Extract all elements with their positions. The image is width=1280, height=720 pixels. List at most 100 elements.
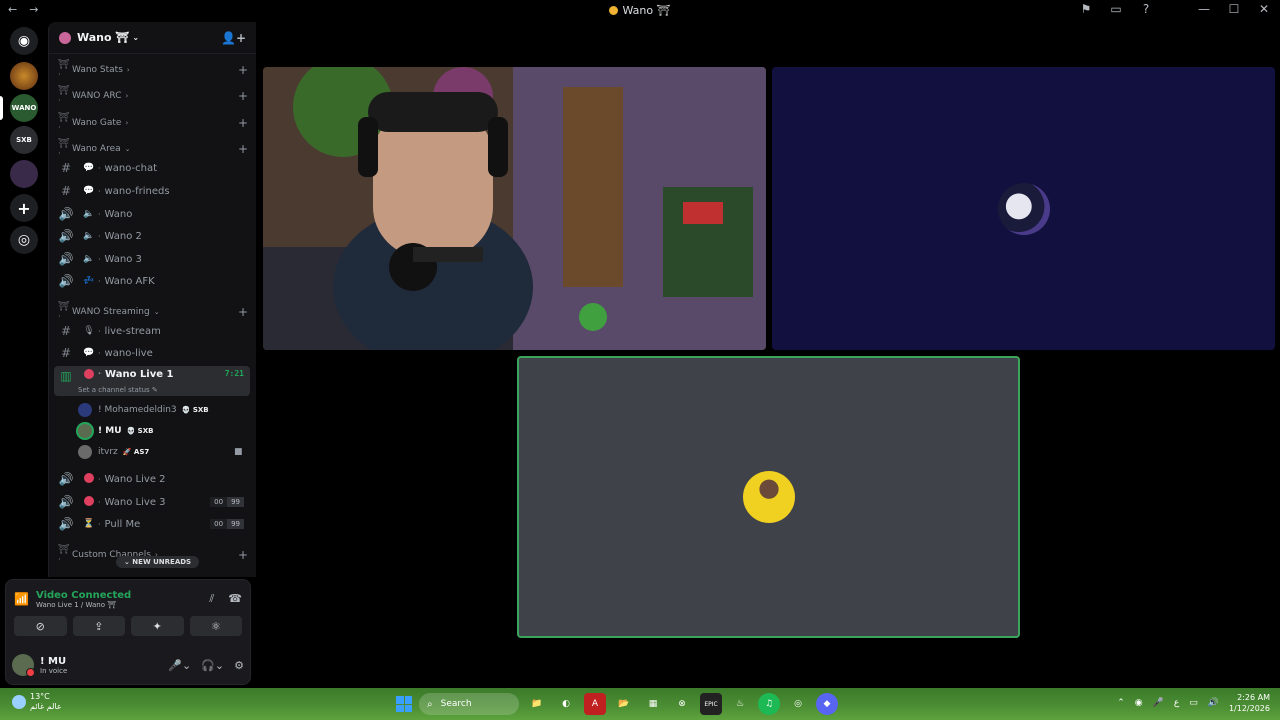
camera-icon: ■: [234, 447, 243, 457]
channel-wano-2[interactable]: 🔊 🔈 · Wano 2: [54, 226, 250, 246]
server-sxb[interactable]: SXB: [10, 126, 38, 154]
username[interactable]: ! MU: [40, 656, 67, 667]
voice-location[interactable]: Wano Live 1 / Wano ⛩: [36, 601, 131, 609]
channel-wano-3[interactable]: 🔊 🔈 · Wano 3: [54, 249, 250, 269]
weather-widget[interactable]: 13°C عالم غائم: [12, 692, 62, 712]
close-button[interactable]: ✕: [1256, 2, 1272, 16]
user-panel: ! MU In voice 🎤⌄ 🎧⌄ ⚙: [12, 650, 244, 680]
language-indicator[interactable]: ع: [1174, 698, 1179, 708]
channel-wano-live[interactable]: # 💬 · wano-live: [54, 343, 250, 363]
chevron-up-icon[interactable]: ⌃: [1117, 698, 1125, 708]
user-count: 00: [210, 519, 228, 529]
window-title-text: Wano ⛩: [622, 4, 671, 17]
help-icon[interactable]: ?: [1138, 2, 1154, 16]
activities-button[interactable]: ✦: [131, 616, 184, 636]
channel-name: Wano: [104, 208, 133, 220]
volume-icon[interactable]: 🔊: [1208, 698, 1219, 708]
server-folder[interactable]: [10, 160, 38, 188]
category-wano-stats[interactable]: ⛩ · Wano Stats › +: [58, 60, 248, 80]
hourglass-icon: ⏳: [83, 519, 95, 529]
discord-home-icon[interactable]: ◉: [10, 27, 38, 55]
video-tile-user[interactable]: [772, 67, 1275, 350]
video-tile-speaking[interactable]: [517, 356, 1020, 638]
channel-emoji: 🔈: [83, 254, 95, 264]
category-wano-area[interactable]: ⛩ · Wano Area ⌄ +: [58, 139, 248, 159]
clock[interactable]: 2:26 AM 1/12/2026: [1229, 692, 1270, 714]
soundboard-button[interactable]: ⚛: [189, 616, 242, 636]
discord-taskbar-icon[interactable]: ◆: [816, 693, 838, 715]
server-avatar[interactable]: [10, 62, 38, 90]
store-icon[interactable]: ▦: [642, 693, 664, 715]
channel-wano-live-3[interactable]: 🔊 · Wano Live 3 00 99: [54, 492, 250, 512]
video-tile-camera[interactable]: [263, 67, 766, 350]
channel-name: wano-chat: [104, 162, 157, 174]
category-wano-arc[interactable]: ⛩ · WANO ARC › +: [58, 86, 248, 106]
channel-pull-me[interactable]: 🔊 ⏳ · Pull Me 00 99: [54, 514, 250, 534]
voice-channel-icon: 🔊: [58, 229, 74, 243]
channel-wano-afk[interactable]: 🔊 💤 · Wano AFK: [54, 271, 250, 291]
channel-wano-live-2[interactable]: 🔊 · Wano Live 2: [54, 469, 250, 489]
channel-emoji: 🔈: [83, 231, 95, 241]
plus-icon[interactable]: +: [238, 116, 248, 130]
taskbar-app-icon[interactable]: 📁: [526, 693, 548, 715]
channel-wano-chat[interactable]: # 💬 · wano-chat: [54, 158, 250, 178]
settings-gear-icon[interactable]: ⚙: [234, 659, 244, 672]
channel-live-stream[interactable]: # 🎙 · live-stream: [54, 321, 250, 341]
maximize-button[interactable]: ☐: [1226, 2, 1242, 16]
voice-user[interactable]: ! MU 💀 SXB: [78, 422, 153, 440]
red-circle-icon: [84, 495, 94, 506]
avatar[interactable]: [12, 654, 35, 677]
xbox-icon[interactable]: ⊗: [671, 693, 693, 715]
file-explorer-icon[interactable]: 📂: [613, 693, 635, 715]
category-wano-gate[interactable]: ⛩ · Wano Gate › +: [58, 113, 248, 133]
red-circle-icon: [84, 472, 94, 483]
plus-icon[interactable]: +: [238, 305, 248, 319]
microphone-tray-icon[interactable]: 🎤: [1153, 698, 1164, 708]
headset-icon[interactable]: 🎧⌄: [201, 659, 224, 672]
channel-wano[interactable]: 🔊 🔈 · Wano: [54, 204, 250, 224]
epic-games-icon[interactable]: EPIC: [700, 693, 722, 715]
camera-off-button[interactable]: ⊘: [14, 616, 67, 636]
channel-name: Wano 2: [104, 230, 142, 242]
share-screen-button[interactable]: ⇪: [72, 616, 125, 636]
microphone-icon[interactable]: 🎤⌄: [168, 659, 191, 672]
minimize-button[interactable]: —: [1196, 2, 1212, 16]
plus-icon[interactable]: +: [238, 548, 248, 562]
voice-user[interactable]: ! Mohamedeldin3 💀 SXB: [78, 401, 209, 419]
network-icon[interactable]: ▭: [1189, 698, 1198, 708]
tray-app-icon[interactable]: ◉: [1135, 698, 1143, 708]
category-wano-streaming[interactable]: ⛩ · WANO Streaming ⌄ +: [58, 302, 248, 322]
inbox-icon[interactable]: ⚑: [1078, 2, 1094, 16]
add-server-icon[interactable]: +: [10, 194, 38, 222]
voice-user-name: ! Mohamedeldin3: [98, 405, 177, 415]
guild-header[interactable]: Wano ⛩ ⌄ 👤+: [49, 22, 256, 54]
disconnect-icon[interactable]: ☎: [228, 592, 242, 606]
server-wano[interactable]: WANO: [10, 94, 38, 122]
user-status: In voice: [40, 666, 68, 675]
noise-suppression-icon[interactable]: ⫽: [209, 592, 214, 606]
invite-icon[interactable]: 👤+: [221, 31, 246, 45]
taskbar-app-icon[interactable]: ◐: [555, 693, 577, 715]
window-icon[interactable]: ▭: [1108, 2, 1124, 16]
windows-start-icon[interactable]: [396, 696, 412, 712]
category-label: WANO ARC: [72, 91, 122, 101]
user-limit: 99: [227, 497, 244, 507]
new-unreads-button[interactable]: ⌄ NEW UNREADS: [116, 556, 200, 568]
voice-status-row: 📶 Video Connected Wano Live 1 / Wano ⛩ ⫽…: [14, 586, 242, 612]
guild-name: Wano ⛩: [77, 31, 130, 44]
spotify-icon[interactable]: ♫: [758, 693, 780, 715]
plus-icon[interactable]: +: [238, 89, 248, 103]
steam-icon[interactable]: ♨: [729, 693, 751, 715]
channel-status-prompt[interactable]: Set a channel status ✎: [78, 386, 158, 394]
plus-icon[interactable]: +: [238, 142, 248, 156]
channel-wano-frineds[interactable]: # 💬 · wano-frineds: [54, 181, 250, 201]
discover-icon[interactable]: ◎: [10, 226, 38, 254]
voice-status[interactable]: Video Connected: [36, 590, 131, 601]
voice-user[interactable]: itvrz 🚀 AS7: [78, 443, 149, 461]
edge-icon[interactable]: ◎: [787, 693, 809, 715]
plus-icon[interactable]: +: [238, 63, 248, 77]
search-placeholder: Search: [440, 699, 472, 709]
taskbar-app-icon[interactable]: A: [584, 693, 606, 715]
signal-icon[interactable]: 📶: [14, 592, 36, 606]
taskbar-search[interactable]: ⌕ Search: [419, 693, 519, 715]
